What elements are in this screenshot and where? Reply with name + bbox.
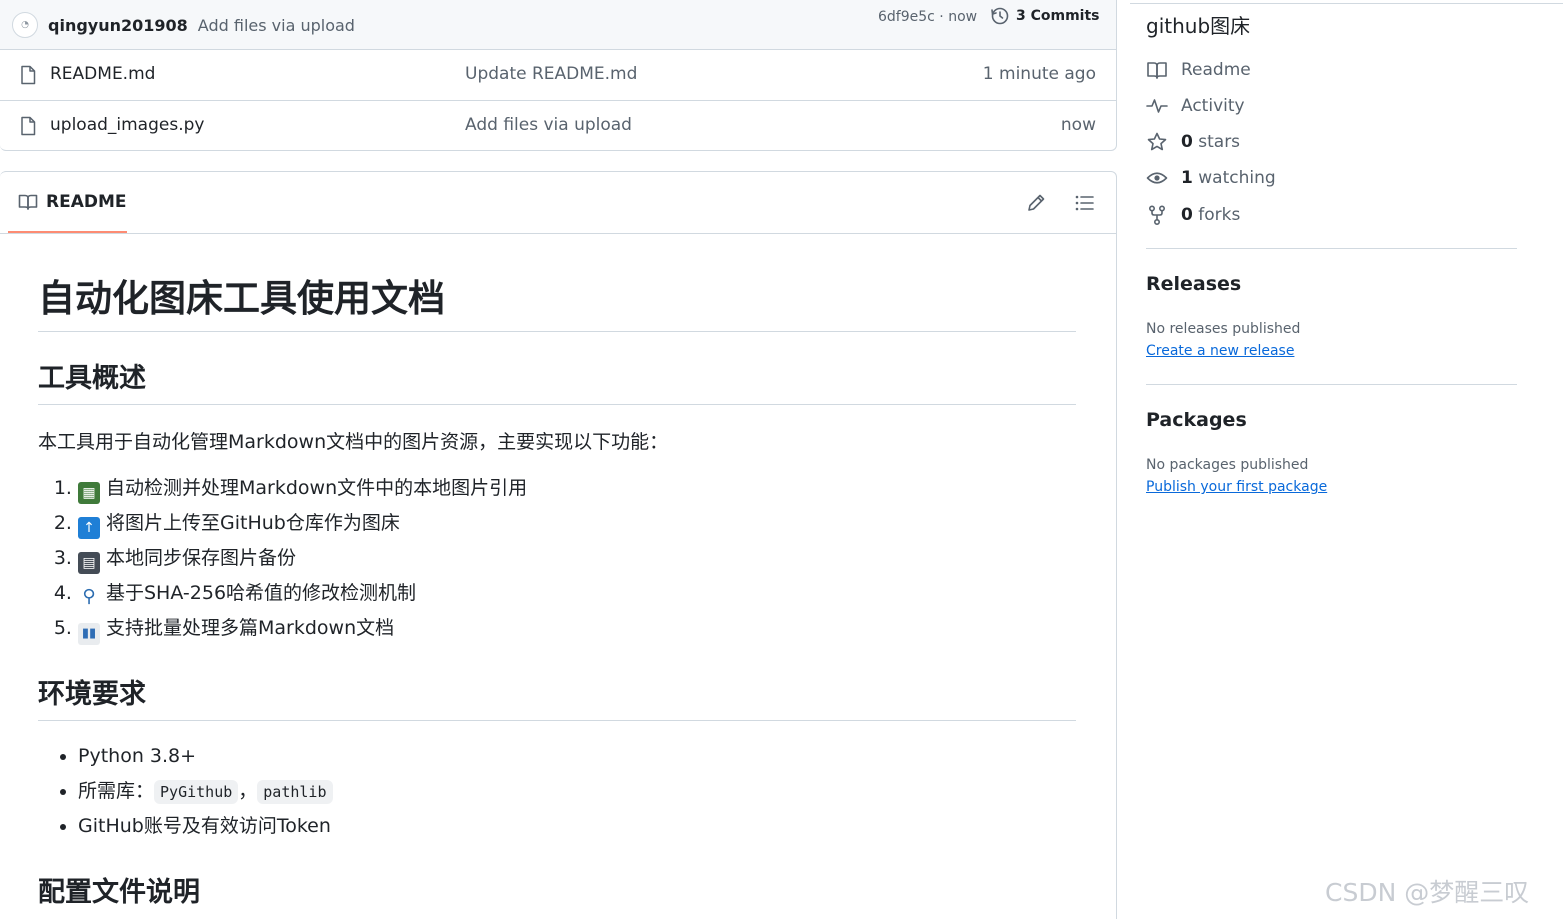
sidebar-watching-label: 1 watching bbox=[1181, 168, 1276, 188]
stars-count: 0 bbox=[1181, 132, 1193, 152]
up-arrow-icon: ↑ bbox=[78, 517, 100, 540]
watching-text: watching bbox=[1192, 168, 1276, 188]
file-commit-message[interactable]: Add files via upload bbox=[465, 115, 632, 135]
sidebar-activity-label: Activity bbox=[1181, 96, 1245, 116]
avatar[interactable]: ◔ bbox=[12, 12, 38, 38]
sidebar-watching[interactable]: 1 watching bbox=[1146, 165, 1276, 191]
packages-heading[interactable]: Packages bbox=[1146, 409, 1247, 431]
file-table: ◔ qingyun201908 Add files via upload 6df… bbox=[0, 0, 1117, 151]
list-item: ▤ 本地同步保存图片备份 bbox=[78, 543, 1076, 578]
feature-text: 基于SHA-256哈希值的修改检测机制 bbox=[106, 582, 417, 605]
feature-text: 将图片上传至GitHub仓库作为图床 bbox=[106, 512, 400, 535]
file-name[interactable]: README.md bbox=[50, 64, 155, 84]
framed-picture-icon: ▦ bbox=[78, 482, 100, 505]
tab-readme-label: README bbox=[46, 191, 127, 212]
readme-header: README bbox=[0, 172, 1116, 234]
intro-paragraph: 本工具用于自动化管理Markdown文档中的图片资源，主要实现以下功能： bbox=[38, 431, 669, 454]
floppy-disk-icon: ▤ bbox=[78, 552, 100, 575]
commit-message[interactable]: Add files via upload bbox=[198, 16, 355, 35]
magnifier-icon: ⚲ bbox=[82, 586, 96, 608]
env-libs-prefix: 所需库： bbox=[78, 779, 155, 802]
commit-author[interactable]: qingyun201908 bbox=[48, 16, 188, 35]
separator: ， bbox=[238, 779, 258, 802]
readme-title: 自动化图床工具使用文档 bbox=[38, 234, 1076, 333]
create-release-link[interactable]: Create a new release bbox=[1146, 343, 1294, 359]
file-row[interactable]: upload_images.py Add files via upload no… bbox=[0, 101, 1116, 152]
file-time: now bbox=[1060, 115, 1096, 135]
sidebar-forks-label: 0 forks bbox=[1181, 205, 1240, 225]
stars-text: stars bbox=[1192, 132, 1241, 152]
pencil-icon[interactable] bbox=[1025, 192, 1047, 214]
sidebar-divider bbox=[1146, 248, 1517, 249]
env-token: GitHub账号及有效访问Token bbox=[78, 814, 331, 837]
list-item: ▮▮ 支持批量处理多篇Markdown文档 bbox=[78, 613, 1076, 648]
file-row[interactable]: README.md Update README.md 1 minute ago bbox=[0, 50, 1116, 101]
eye-icon bbox=[1146, 172, 1168, 184]
pulse-icon bbox=[1146, 99, 1168, 113]
env-list: Python 3.8+ 所需库：PyGithub，pathlib GitHub账… bbox=[38, 741, 1076, 846]
list-item: 所需库：PyGithub，pathlib bbox=[78, 776, 1076, 811]
tab-readme[interactable]: README bbox=[8, 172, 127, 233]
packages-note: No packages published bbox=[1146, 457, 1309, 473]
sidebar-readme-label: Readme bbox=[1181, 60, 1251, 80]
feature-text: 本地同步保存图片备份 bbox=[106, 547, 297, 570]
list-item: Python 3.8+ bbox=[78, 741, 1076, 776]
sidebar-stars[interactable]: 0 stars bbox=[1146, 129, 1240, 155]
sidebar-stars-label: 0 stars bbox=[1181, 132, 1240, 152]
sidebar-divider bbox=[1146, 384, 1517, 385]
commits-link[interactable]: 3 Commits bbox=[1016, 8, 1100, 24]
star-icon bbox=[1147, 132, 1167, 151]
heading-overview: 工具概述 bbox=[38, 332, 1076, 406]
file-icon bbox=[21, 116, 36, 136]
file-name[interactable]: upload_images.py bbox=[50, 115, 204, 135]
watching-count: 1 bbox=[1181, 168, 1193, 188]
list-unordered-icon[interactable] bbox=[1073, 192, 1095, 214]
book-icon bbox=[1147, 62, 1167, 79]
fork-icon bbox=[1148, 205, 1166, 226]
file-icon bbox=[21, 65, 36, 85]
env-python: Python 3.8+ bbox=[78, 744, 197, 767]
list-item: ↑ 将图片上传至GitHub仓库作为图床 bbox=[78, 508, 1076, 543]
commit-hash[interactable]: 6df9e5c · now bbox=[878, 9, 977, 25]
releases-heading[interactable]: Releases bbox=[1146, 273, 1241, 295]
latest-commit-bar: ◔ qingyun201908 Add files via upload 6df… bbox=[0, 0, 1116, 50]
bar-chart-icon: ▮▮ bbox=[78, 623, 100, 646]
list-item: ⚲ 基于SHA-256哈希值的修改检测机制 bbox=[78, 578, 1076, 613]
repo-about-title: github图床 bbox=[1146, 14, 1251, 38]
history-icon[interactable] bbox=[990, 6, 1010, 26]
forks-text: forks bbox=[1192, 205, 1241, 225]
code-pygithub: PyGithub bbox=[154, 779, 239, 804]
forks-count: 0 bbox=[1181, 205, 1193, 225]
avatar-glyph: ◔ bbox=[21, 20, 29, 30]
feature-text: 自动检测并处理Markdown文件中的本地图片引用 bbox=[106, 477, 528, 500]
heading-environment: 环境要求 bbox=[38, 648, 1076, 721]
feature-list: ▦ 自动检测并处理Markdown文件中的本地图片引用 ↑ 将图片上传至GitHub… bbox=[38, 473, 1076, 648]
book-icon bbox=[18, 194, 38, 210]
top-divider bbox=[1130, 3, 1563, 4]
heading-config: 配置文件说明 bbox=[38, 876, 200, 908]
sidebar-readme[interactable]: Readme bbox=[1146, 57, 1251, 83]
readme-panel: README 自动化图床工具使用文档 工具概述 本工具用于自动化管理Markdo… bbox=[0, 171, 1117, 919]
code-pathlib: pathlib bbox=[257, 779, 333, 804]
publish-package-link[interactable]: Publish your first package bbox=[1146, 479, 1327, 495]
file-time: 1 minute ago bbox=[982, 64, 1096, 84]
sidebar-forks[interactable]: 0 forks bbox=[1146, 202, 1240, 228]
list-item: ▦ 自动检测并处理Markdown文件中的本地图片引用 bbox=[78, 473, 1076, 508]
sidebar-activity[interactable]: Activity bbox=[1146, 93, 1245, 119]
list-item: GitHub账号及有效访问Token bbox=[78, 811, 1076, 846]
feature-text: 支持批量处理多篇Markdown文档 bbox=[106, 617, 395, 640]
file-commit-message[interactable]: Update README.md bbox=[465, 64, 637, 84]
releases-note: No releases published bbox=[1146, 321, 1301, 337]
markdown-body: 自动化图床工具使用文档 工具概述 本工具用于自动化管理Markdown文档中的图… bbox=[38, 234, 1076, 918]
watermark: CSDN @梦醒三叹 bbox=[1325, 878, 1530, 907]
